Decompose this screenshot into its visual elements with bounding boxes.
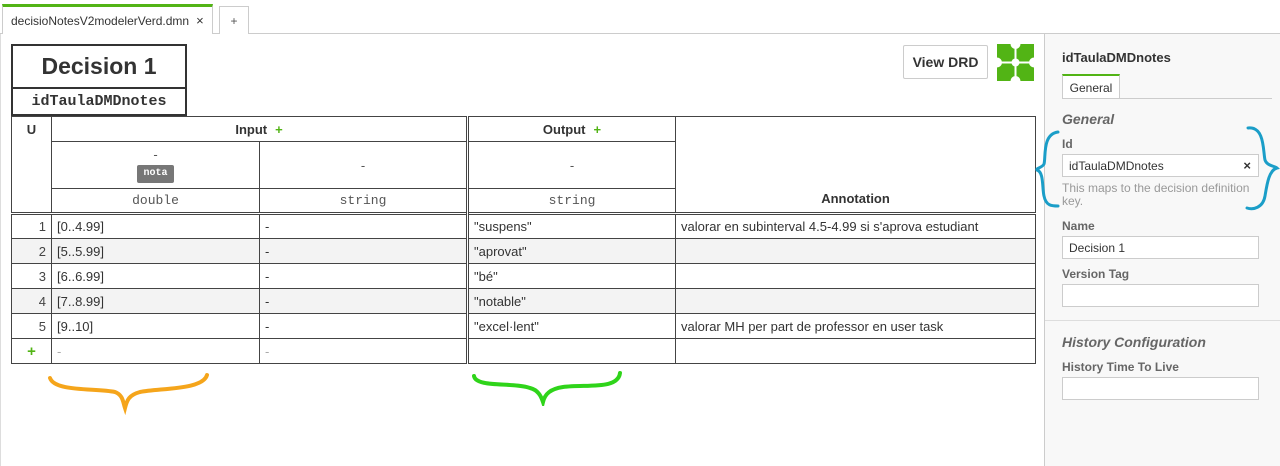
- input-header-label: Input: [235, 121, 268, 137]
- input-2-cell[interactable]: -: [258, 238, 469, 264]
- input-1-label: -: [153, 147, 158, 162]
- tab-dmn-file[interactable]: decisioNotesV2modelerVerd.dmn ×: [2, 4, 213, 34]
- table-row: 1 [0..4.99] - "suspens" valorar en subin…: [11, 212, 1037, 239]
- annotation-header: Annotation: [675, 116, 1037, 214]
- add-input-button[interactable]: +: [275, 122, 283, 137]
- group-general-heading: General: [1062, 111, 1115, 127]
- output-cell[interactable]: [466, 338, 677, 364]
- panel-divider: [1045, 320, 1280, 321]
- output-header: Output +: [466, 116, 677, 142]
- tab-general[interactable]: General: [1062, 74, 1120, 99]
- group-history-heading: History Configuration: [1062, 334, 1206, 350]
- input-2-cell[interactable]: -: [258, 212, 469, 239]
- version-tag-field[interactable]: [1062, 284, 1259, 307]
- properties-panel: idTaulaDMDnotes General General Id idTau…: [1044, 34, 1280, 466]
- name-field[interactable]: Decision 1: [1062, 236, 1259, 259]
- input-column-2-header[interactable]: -: [258, 141, 469, 189]
- output-cell[interactable]: "excel·lent": [466, 313, 677, 339]
- input-2-type[interactable]: string: [258, 188, 469, 214]
- output-type[interactable]: string: [466, 188, 677, 214]
- input-1-cell[interactable]: [0..4.99]: [51, 212, 260, 239]
- row-number: 4: [11, 288, 52, 314]
- table-row: 3 [6..6.99] - "bé": [11, 263, 1037, 289]
- output-cell[interactable]: "aprovat": [466, 238, 677, 264]
- tab-underline: [1062, 98, 1272, 99]
- annotation-cell[interactable]: [675, 288, 1037, 314]
- hit-policy-cell[interactable]: U: [11, 116, 52, 214]
- input-2-cell[interactable]: -: [258, 338, 469, 364]
- annotation-cell[interactable]: [675, 263, 1037, 289]
- add-tab-button[interactable]: +: [219, 6, 249, 34]
- id-field[interactable]: idTaulaDMDnotes ×: [1062, 154, 1259, 177]
- annotation-cell[interactable]: [675, 238, 1037, 264]
- clear-icon[interactable]: ×: [1243, 158, 1251, 173]
- history-ttl-label: History Time To Live: [1062, 360, 1179, 374]
- table-row: 2 [5..5.99] - "aprovat": [11, 238, 1037, 264]
- input-2-cell[interactable]: -: [258, 263, 469, 289]
- input-column-1-header[interactable]: - nota: [51, 141, 260, 189]
- output-cell[interactable]: "bé": [466, 263, 677, 289]
- input-1-cell[interactable]: [7..8.99]: [51, 288, 260, 314]
- row-number: 2: [11, 238, 52, 264]
- view-drd-button[interactable]: View DRD: [903, 45, 988, 79]
- input-variable-badge: nota: [137, 165, 174, 183]
- row-number: 3: [11, 263, 52, 289]
- history-ttl-field[interactable]: [1062, 377, 1259, 400]
- id-field-value: idTaulaDMDnotes: [1069, 158, 1164, 173]
- table-row: 5 [9..10] - "excel·lent" valorar MH per …: [11, 313, 1037, 339]
- input-2-cell[interactable]: -: [258, 288, 469, 314]
- add-rule-row: + - -: [11, 338, 1037, 364]
- annotation-cell[interactable]: [675, 338, 1037, 364]
- id-hint: This maps to the decision definition key…: [1062, 181, 1250, 208]
- output-cell[interactable]: "suspens": [466, 212, 677, 239]
- version-tag-label: Version Tag: [1062, 267, 1130, 281]
- input-1-cell[interactable]: [6..6.99]: [51, 263, 260, 289]
- close-icon[interactable]: ×: [196, 13, 204, 28]
- row-number: 1: [11, 212, 52, 239]
- input-2-cell[interactable]: -: [258, 313, 469, 339]
- input-1-cell[interactable]: [9..10]: [51, 313, 260, 339]
- row-number: 5: [11, 313, 52, 339]
- input-header: Input +: [50, 116, 469, 142]
- tab-bar: decisioNotesV2modelerVerd.dmn × +: [0, 0, 1280, 34]
- table-row: 4 [7..8.99] - "notable": [11, 288, 1037, 314]
- panel-title: idTaulaDMDnotes: [1062, 50, 1171, 65]
- annotation-cell[interactable]: valorar en subinterval 4.5-4.99 si s'apr…: [675, 212, 1037, 239]
- decision-id[interactable]: idTaulaDMDnotes: [11, 89, 187, 116]
- decision-table: U Input + Output + Annotation - nota - - d…: [11, 116, 1037, 364]
- annotation-cell[interactable]: valorar MH per part de professor en user…: [675, 313, 1037, 339]
- input-1-cell[interactable]: [5..5.99]: [51, 238, 260, 264]
- input-1-cell[interactable]: -: [51, 338, 260, 364]
- dmn-logo-icon: [997, 44, 1034, 81]
- decision-name[interactable]: Decision 1: [11, 44, 187, 89]
- output-column-header[interactable]: -: [466, 141, 677, 189]
- output-header-label: Output: [542, 121, 586, 137]
- add-output-button[interactable]: +: [594, 122, 602, 137]
- name-label: Name: [1062, 219, 1095, 233]
- output-cell[interactable]: "notable": [466, 288, 677, 314]
- name-field-value: Decision 1: [1069, 240, 1126, 255]
- id-label: Id: [1062, 137, 1073, 151]
- tab-label: decisioNotesV2modelerVerd.dmn: [11, 13, 190, 28]
- add-rule-button[interactable]: +: [11, 338, 52, 364]
- input-1-type[interactable]: double: [51, 188, 260, 214]
